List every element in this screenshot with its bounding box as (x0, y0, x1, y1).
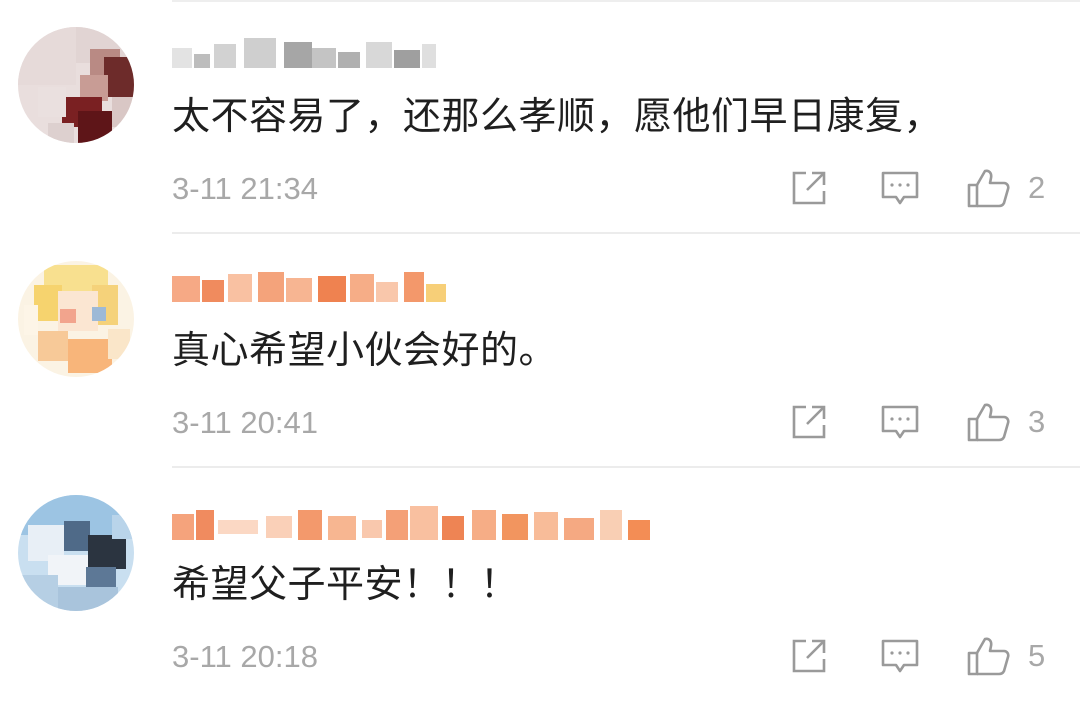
like-count: 3 (1028, 404, 1046, 439)
share-button[interactable] (790, 402, 828, 442)
share-button[interactable] (790, 636, 828, 676)
comment-icon (881, 171, 919, 205)
comment-time: 3-11 20:41 (172, 405, 318, 440)
username[interactable] (172, 506, 672, 540)
comment-icon (881, 405, 919, 439)
user-avatar[interactable] (18, 495, 134, 611)
reply-button[interactable] (880, 402, 920, 442)
share-icon (792, 171, 826, 205)
username[interactable] (172, 272, 452, 306)
comment-text: 希望父子平安！！！ (172, 562, 519, 606)
user-avatar[interactable] (18, 261, 134, 377)
thumbs-up-icon (967, 403, 1010, 442)
share-icon (792, 405, 826, 439)
user-avatar[interactable] (18, 27, 134, 143)
comment-time: 3-11 21:34 (172, 171, 318, 206)
comment-text: 真心希望小伙会好的。 (172, 328, 558, 372)
comment-text: 太不容易了，还那么孝顺，愿他们早日康复， (172, 94, 943, 138)
comment-item: 希望父子平安！！！ 3-11 20:18 5 (0, 468, 1080, 702)
like-button[interactable]: 3 (966, 402, 1045, 442)
like-count: 2 (1028, 170, 1046, 205)
comment-time: 3-11 20:18 (172, 639, 318, 674)
thumbs-up-icon (967, 169, 1010, 208)
comment-item: 太不容易了，还那么孝顺，愿他们早日康复， 3-11 21:34 2 (0, 0, 1080, 234)
like-count: 5 (1028, 638, 1046, 673)
share-button[interactable] (790, 168, 828, 208)
thumbs-up-icon (967, 637, 1010, 676)
reply-button[interactable] (880, 168, 920, 208)
like-button[interactable]: 2 (966, 168, 1045, 208)
like-button[interactable]: 5 (966, 636, 1045, 676)
comment-item: 真心希望小伙会好的。 3-11 20:41 3 (0, 234, 1080, 468)
comment-icon (881, 639, 919, 673)
username[interactable] (172, 38, 442, 72)
reply-button[interactable] (880, 636, 920, 676)
share-icon (792, 639, 826, 673)
